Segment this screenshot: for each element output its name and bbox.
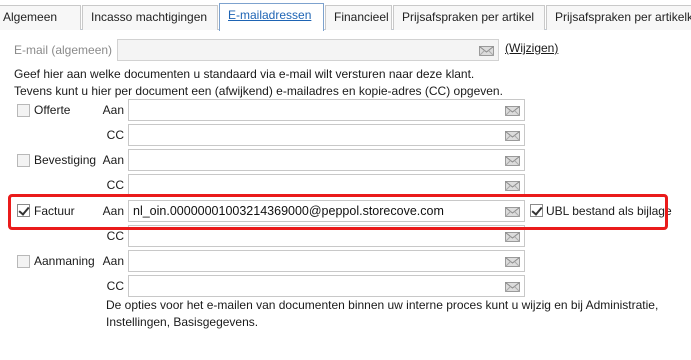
footer-note: De opties voor het e-mailen van document…	[106, 297, 676, 331]
factuur-checkbox[interactable]	[17, 204, 30, 217]
factuur-cc-label: CC	[106, 229, 124, 243]
envelope-icon[interactable]	[505, 255, 520, 267]
aanmaning-to-field[interactable]	[128, 250, 525, 272]
tab-financieel[interactable]: Financieel	[325, 5, 392, 30]
bevestiging-to-label: Aan	[102, 153, 124, 167]
footer-line-1: De opties voor het e-mailen van document…	[106, 298, 659, 312]
aanmaning-cc-field[interactable]	[128, 275, 525, 297]
envelope-icon[interactable]	[505, 154, 520, 166]
bevestiging-cc-field[interactable]	[128, 174, 525, 196]
aanmaning-label: Aanmaning	[34, 254, 95, 268]
offerte-to-label: Aan	[102, 103, 124, 117]
envelope-icon	[479, 44, 494, 56]
envelope-icon[interactable]	[505, 230, 520, 242]
offerte-label: Offerte	[34, 103, 71, 117]
bevestiging-cc-label: CC	[106, 178, 124, 192]
change-link[interactable]: (Wijzigen)	[505, 41, 558, 55]
bevestiging-to-field[interactable]	[128, 149, 525, 171]
aanmaning-to-label: Aan	[102, 254, 124, 268]
tab-prijsafspraken-per-artikel[interactable]: Prijsafspraken per artikel	[393, 5, 545, 30]
aanmaning-cc-label: CC	[106, 279, 124, 293]
general-email-field	[117, 39, 499, 61]
envelope-icon[interactable]	[505, 280, 520, 292]
aanmaning-checkbox[interactable]	[17, 255, 30, 268]
tab-bar: Algemeen Incasso machtigingen E-mailadre…	[0, 0, 691, 31]
info-line-2: Tevens kunt u hier per document een (afw…	[14, 84, 503, 98]
factuur-to-label: Aan	[102, 204, 124, 218]
envelope-icon[interactable]	[505, 179, 520, 191]
offerte-cc-label: CC	[106, 128, 124, 142]
offerte-cc-field[interactable]	[128, 124, 525, 146]
offerte-checkbox[interactable]	[17, 104, 30, 117]
factuur-label: Factuur	[34, 204, 75, 218]
ubl-checkbox[interactable]	[530, 204, 543, 217]
tab-e-mailadressen[interactable]: E-mailadressen	[219, 3, 324, 31]
tab-prijsafspraken-per-artikelkorting[interactable]: Prijsafspraken per artikelk	[546, 5, 691, 30]
factuur-to-field[interactable]: nl_oin.00000001003214369000@peppol.store…	[128, 200, 525, 222]
offerte-to-field[interactable]	[128, 99, 525, 121]
footer-line-2: Instellingen, Basisgegevens.	[106, 315, 259, 329]
bevestiging-checkbox[interactable]	[17, 154, 30, 167]
ubl-label: UBL bestand als bijlage	[546, 204, 672, 218]
factuur-cc-field[interactable]	[128, 225, 525, 247]
envelope-icon[interactable]	[505, 129, 520, 141]
envelope-icon[interactable]	[505, 104, 520, 116]
general-email-label: E-mail (algemeen)	[14, 43, 113, 57]
envelope-icon[interactable]	[505, 205, 520, 217]
info-line-1: Geef hier aan welke documenten u standaa…	[14, 67, 475, 81]
tab-algemeen[interactable]: Algemeen	[0, 5, 81, 30]
bevestiging-label: Bevestiging	[34, 153, 97, 167]
tab-incasso-machtigingen[interactable]: Incasso machtigingen	[82, 5, 218, 30]
